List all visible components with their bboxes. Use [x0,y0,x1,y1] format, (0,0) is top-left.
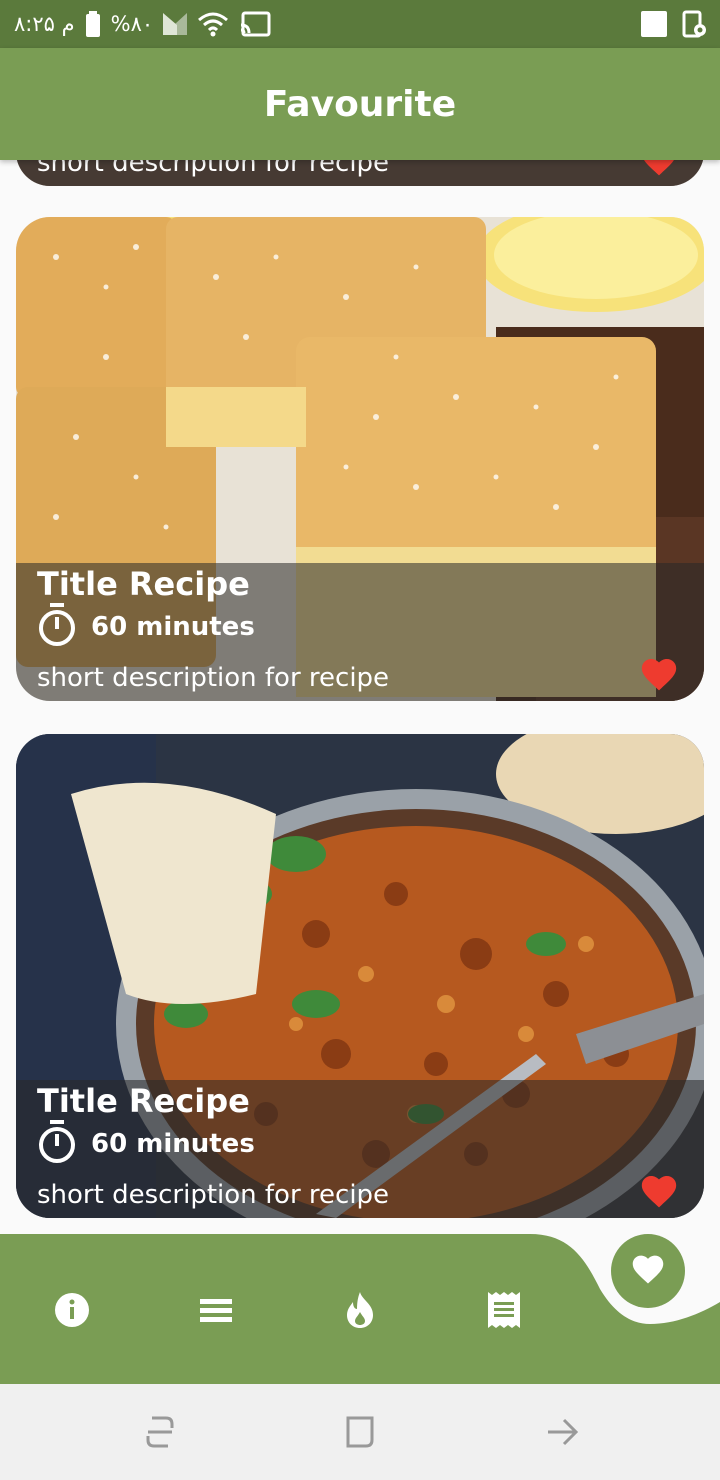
recent-apps-icon[interactable] [138,1410,182,1454]
heart-icon [630,1253,666,1290]
heart-icon[interactable] [636,651,682,697]
page-title: Favourite [263,83,457,125]
status-right [640,8,706,40]
recipe-time-row: 60 minutes [37,1119,255,1169]
info-icon[interactable] [48,1286,96,1334]
battery-icon [85,11,101,37]
status-time: ۸:۲۵ م [14,12,75,36]
system-navigation-bar [0,1384,720,1480]
status-battery-percent: %۸۰ [110,12,154,36]
list-icon[interactable] [192,1286,240,1334]
signal-icon [163,13,188,35]
fire-icon[interactable] [336,1286,384,1334]
favourite-nav-button[interactable] [611,1234,685,1308]
back-icon[interactable] [540,1410,584,1454]
receipt-icon[interactable] [480,1286,528,1334]
recipe-title: Title Recipe [37,565,250,603]
notification-square-icon [640,10,668,38]
recipe-card[interactable]: Title Recipe 60 minutes short descriptio… [16,217,704,701]
cast-icon [239,11,271,37]
status-left: ۸:۲۵ م %۸۰ [14,8,271,40]
recipe-description: short description for recipe [37,663,390,693]
recipe-title: Title Recipe [37,1082,250,1120]
recipe-time-row: 60 minutes [37,602,255,652]
recipe-time: 60 minutes [91,612,255,642]
status-bar: ۸:۲۵ م %۸۰ [0,0,720,48]
recipe-description: short description for recipe [37,1180,390,1210]
timer-icon [37,1119,77,1169]
home-icon[interactable] [338,1410,382,1454]
recipe-card[interactable]: Title Recipe 60 minutes short descriptio… [16,734,704,1218]
recipe-time: 60 minutes [91,1129,255,1159]
bottom-navigation [0,1234,720,1384]
app-bar: Favourite [0,48,720,160]
timer-icon [37,602,77,652]
wifi-icon [197,11,229,37]
heart-icon[interactable] [636,1168,682,1214]
screen-lock-icon [682,10,706,38]
